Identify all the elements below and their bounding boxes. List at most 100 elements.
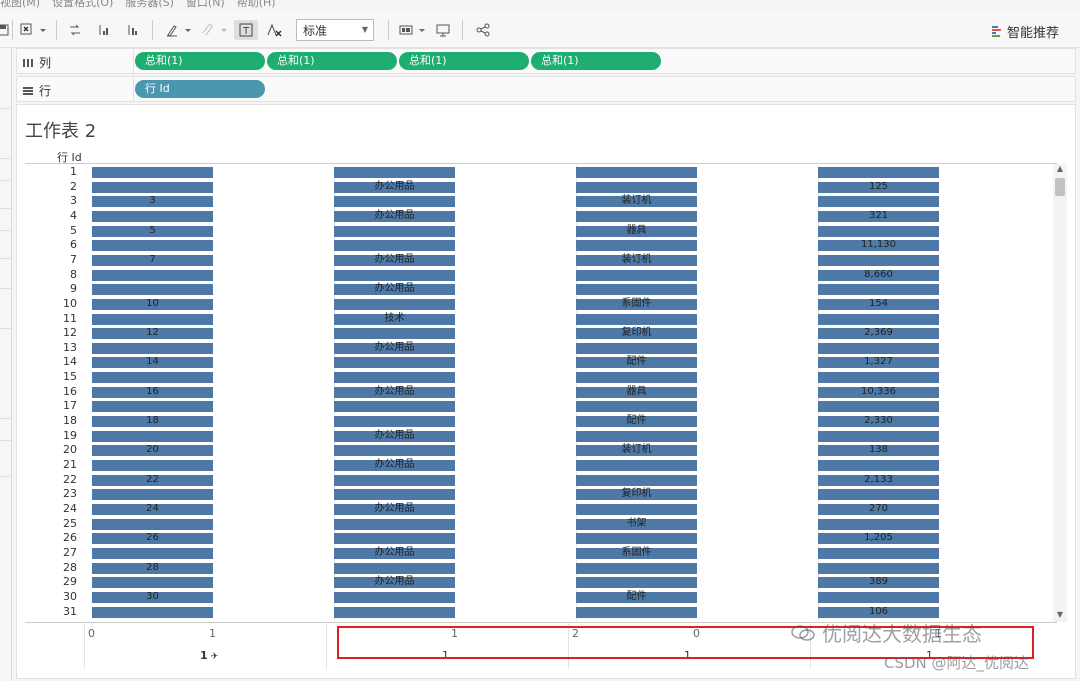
bar-mark[interactable]: [576, 269, 697, 281]
bar-mark[interactable]: 125: [818, 181, 939, 193]
data-pane-collapsed[interactable]: [0, 48, 12, 681]
bar-mark[interactable]: [576, 577, 697, 589]
bar-mark[interactable]: [334, 269, 455, 281]
row-id-label[interactable]: 16: [25, 385, 77, 399]
column-pill-1[interactable]: 总和(1): [135, 52, 265, 70]
menu-item-2[interactable]: 服务器(S): [125, 0, 174, 9]
bar-mark[interactable]: [92, 313, 213, 325]
bar-mark[interactable]: 1,327: [818, 356, 939, 369]
row-id-header[interactable]: 行 Id: [57, 149, 82, 165]
column-pill-3[interactable]: 总和(1): [399, 52, 529, 70]
bar-mark[interactable]: 20: [92, 444, 213, 457]
bar-mark[interactable]: 22: [92, 474, 213, 486]
column-pill-2[interactable]: 总和(1): [267, 52, 397, 70]
bar-mark[interactable]: [818, 225, 939, 237]
bar-mark[interactable]: 配件: [576, 415, 697, 428]
row-id-label[interactable]: 11: [25, 312, 77, 326]
bar-mark[interactable]: 1,205: [818, 532, 939, 545]
bar-mark[interactable]: 办公用品: [334, 181, 455, 193]
sort-descending-icon[interactable]: [124, 20, 142, 40]
bar-mark[interactable]: [92, 284, 213, 296]
bar-mark[interactable]: [818, 372, 939, 384]
bar-mark[interactable]: [92, 167, 213, 178]
bar-mark[interactable]: [92, 240, 213, 252]
bar-mark[interactable]: [92, 181, 213, 193]
mark-type-select[interactable]: 标准 ▼: [296, 19, 374, 41]
highlight-icon[interactable]: [164, 20, 194, 40]
column-pill-4[interactable]: 总和(1): [531, 52, 661, 70]
bar-mark[interactable]: [818, 196, 939, 208]
clear-sheet-icon[interactable]: [18, 20, 48, 40]
bar-mark[interactable]: [334, 518, 455, 530]
bar-mark[interactable]: [334, 489, 455, 501]
bar-mark[interactable]: [334, 416, 455, 428]
row-id-label[interactable]: 20: [25, 443, 77, 457]
smart-recommend-button[interactable]: 智能推荐: [992, 22, 1059, 41]
bar-mark[interactable]: 复印机: [576, 488, 697, 501]
row-id-label[interactable]: 10: [25, 297, 77, 311]
row-id-label[interactable]: 2: [25, 180, 77, 194]
bar-mark[interactable]: 办公用品: [334, 503, 455, 515]
bar-mark[interactable]: [818, 460, 939, 471]
bar-mark[interactable]: 复印机: [576, 327, 697, 340]
bar-mark[interactable]: 11,130: [818, 239, 939, 252]
axis-title[interactable]: 1 ✈: [200, 649, 218, 662]
scrollbar-thumb[interactable]: [1055, 178, 1065, 196]
bar-mark[interactable]: [334, 357, 455, 369]
bar-mark[interactable]: 2,369: [818, 327, 939, 340]
row-id-label[interactable]: 21: [25, 458, 77, 472]
bar-mark[interactable]: [92, 547, 213, 559]
bar-mark[interactable]: [818, 284, 939, 296]
bar-mark[interactable]: [576, 240, 697, 252]
bar-mark[interactable]: [818, 313, 939, 325]
bar-mark[interactable]: [334, 533, 455, 545]
bar-mark[interactable]: 14: [92, 356, 213, 369]
row-id-label[interactable]: 17: [25, 399, 77, 413]
bar-mark[interactable]: 装订机: [576, 254, 697, 266]
menu-item-1[interactable]: 设置格式(O): [52, 0, 113, 9]
bar-mark[interactable]: [576, 430, 697, 442]
bar-mark[interactable]: [92, 269, 213, 281]
bar-mark[interactable]: [334, 328, 455, 340]
bar-mark[interactable]: [576, 167, 697, 178]
row-id-label[interactable]: 18: [25, 414, 77, 428]
bar-mark[interactable]: [818, 254, 939, 266]
bar-mark[interactable]: 办公用品: [334, 254, 455, 266]
bar-mark[interactable]: 10,336: [818, 386, 939, 398]
bar-mark[interactable]: [576, 342, 697, 354]
bar-mark[interactable]: [334, 372, 455, 384]
bar-mark[interactable]: 5: [92, 225, 213, 237]
bar-mark[interactable]: 系固件: [576, 547, 697, 559]
bar-mark[interactable]: [576, 284, 697, 296]
row-id-label[interactable]: 19: [25, 429, 77, 443]
presentation-mode-icon[interactable]: [398, 20, 428, 40]
bar-mark[interactable]: [818, 401, 939, 413]
bar-mark[interactable]: 26: [92, 532, 213, 545]
bar-mark[interactable]: 配件: [576, 591, 697, 603]
bar-mark[interactable]: 12: [92, 327, 213, 340]
menu-item-4[interactable]: 帮助(H): [237, 0, 276, 9]
bar-mark[interactable]: [92, 606, 213, 618]
bar-mark[interactable]: [576, 474, 697, 486]
row-id-label[interactable]: 28: [25, 561, 77, 575]
bar-mark[interactable]: [576, 210, 697, 222]
bar-mark[interactable]: 10: [92, 298, 213, 310]
bar-mark[interactable]: 138: [818, 444, 939, 457]
row-id-label[interactable]: 12: [25, 326, 77, 340]
bar-mark[interactable]: 30: [92, 591, 213, 603]
bar-mark[interactable]: 389: [818, 576, 939, 589]
bar-mark[interactable]: [92, 518, 213, 530]
columns-shelf[interactable]: 列 总和(1) 总和(1) 总和(1) 总和(1): [16, 48, 1076, 74]
bar-mark[interactable]: 321: [818, 210, 939, 222]
bar-mark[interactable]: [334, 225, 455, 237]
bar-mark[interactable]: 装订机: [576, 195, 697, 208]
bar-mark[interactable]: [576, 372, 697, 384]
bar-mark[interactable]: [576, 562, 697, 574]
bar-mark[interactable]: 106: [818, 606, 939, 618]
bar-mark[interactable]: [576, 606, 697, 618]
row-id-label[interactable]: 31: [25, 605, 77, 619]
row-id-label[interactable]: 14: [25, 355, 77, 369]
bar-mark[interactable]: [334, 196, 455, 208]
save-icon[interactable]: [0, 20, 10, 40]
bar-mark[interactable]: 器具: [576, 386, 697, 398]
